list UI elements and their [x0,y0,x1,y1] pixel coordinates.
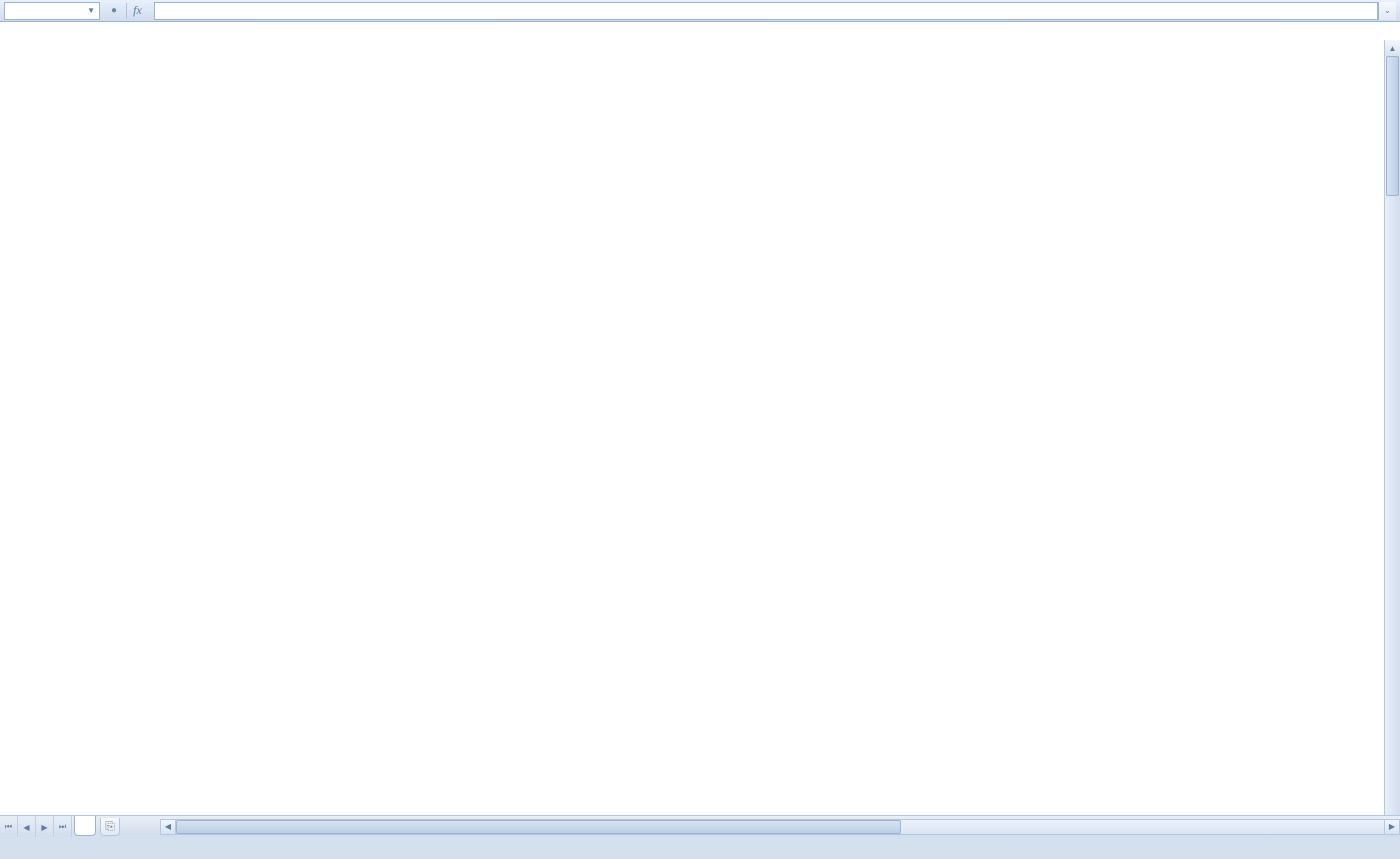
scroll-right-icon[interactable]: ▶ [1384,819,1400,835]
vertical-scroll-thumb[interactable] [1386,56,1399,196]
sheet-tab-active[interactable] [74,816,96,836]
sheet-area: ▲ ▼ ⏮ ◀ ▶ ⏭ ⎘ ◀ ▶ [0,22,1400,837]
hscroll-track[interactable] [176,819,1384,835]
tab-next-icon[interactable]: ▶ [36,816,54,837]
formula-bar: ▼ ● fx ⌄ [0,0,1400,22]
new-sheet-button[interactable]: ⎘ [100,818,120,836]
tab-first-icon[interactable]: ⏮ [0,816,18,837]
fx-icon[interactable]: fx [126,3,142,19]
scroll-up-icon[interactable]: ▲ [1385,40,1400,56]
name-box[interactable]: ▼ [4,2,100,20]
tab-last-icon[interactable]: ⏭ [54,816,72,837]
formula-input[interactable] [154,2,1378,20]
tab-prev-icon[interactable]: ◀ [18,816,36,837]
dropdown-icon[interactable]: ● [106,3,122,19]
formula-expand-button[interactable]: ⌄ [1378,2,1396,20]
tab-nav-buttons: ⏮ ◀ ▶ ⏭ [0,816,72,837]
formula-bar-icons: ● fx [100,3,148,19]
horizontal-scroll-thumb[interactable] [176,820,901,834]
horizontal-scrollbar[interactable]: ◀ ▶ [160,816,1400,837]
vertical-scrollbar[interactable]: ▲ ▼ [1384,40,1400,837]
scroll-left-icon[interactable]: ◀ [160,819,176,835]
name-box-dropdown-icon[interactable]: ▼ [87,6,95,15]
worksheet-tabs-bar: ⏮ ◀ ▶ ⏭ ⎘ ◀ ▶ [0,815,1400,837]
